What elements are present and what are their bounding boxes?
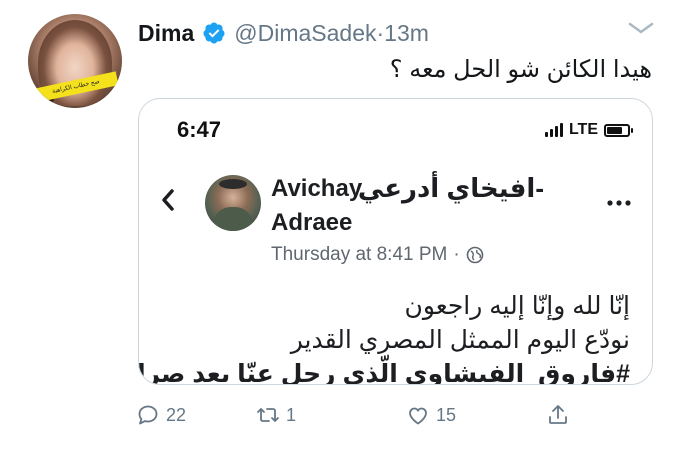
status-bar-time: 6:47 <box>177 117 222 142</box>
tweet-text: هيدا الكائن شو الحل معه ؟ <box>389 56 652 83</box>
back-chevron-icon[interactable] <box>159 187 177 213</box>
page-name-arabic[interactable]: افيخاي أدرعي- <box>358 173 544 204</box>
post-line-3[interactable]: #فاروق_الفيشاوي الّذي رحل عنّا بعد صراع … <box>139 357 630 384</box>
retweet-action[interactable]: 1 <box>256 400 296 430</box>
retweet-icon[interactable] <box>256 403 280 427</box>
post-line-2: نودّع اليوم الممثل المصري القدير <box>290 326 630 354</box>
post-time[interactable]: Thursday at 8:41 PM <box>271 244 447 266</box>
post-more-icon[interactable] <box>606 197 632 209</box>
signal-icon <box>544 123 563 137</box>
share-action[interactable] <box>546 400 570 430</box>
page-name-english-line2[interactable]: Adraee <box>271 209 352 237</box>
page-name-english-line1[interactable]: Avichay <box>271 175 362 203</box>
reply-count: 22 <box>166 404 187 425</box>
like-icon[interactable] <box>406 403 430 427</box>
embedded-screenshot[interactable]: 6:47 LTE افيخاي أدرعي- Avichay Adraee Th… <box>138 98 653 385</box>
globe-icon <box>466 246 484 264</box>
reply-action[interactable]: 22 <box>136 400 186 430</box>
battery-icon <box>604 123 633 137</box>
tweet-actions: 22 1 15 <box>136 400 576 430</box>
retweet-count: 1 <box>286 404 297 425</box>
user-avatar[interactable]: صح خطاب الكراهية <box>28 14 122 108</box>
like-action[interactable]: 15 <box>406 400 456 430</box>
post-line-1: إنّا لله وإنّا إليه راجعون <box>404 292 630 320</box>
verified-icon <box>203 22 225 44</box>
like-count: 15 <box>436 404 457 425</box>
post-meta: Thursday at 8:41 PM · <box>271 244 484 266</box>
avatar-beret <box>219 179 247 189</box>
separator-dot: · <box>376 19 385 46</box>
post-body: إنّا لله وإنّا إليه راجعون نودّع اليوم ا… <box>139 289 630 384</box>
tweet-header: Dima @DimaSadek · 13m <box>138 18 429 48</box>
user-handle[interactable]: @DimaSadek <box>234 20 376 47</box>
avatar-uniform <box>213 207 253 231</box>
status-bar-right: LTE <box>544 121 633 139</box>
page-avatar[interactable] <box>205 175 261 231</box>
more-icon[interactable] <box>626 20 656 36</box>
meta-separator: · <box>453 244 460 265</box>
network-type: LTE <box>568 121 598 138</box>
reply-icon[interactable] <box>136 403 160 427</box>
tweet-timestamp[interactable]: 13m <box>384 20 429 47</box>
display-name[interactable]: Dima <box>138 20 194 47</box>
share-icon[interactable] <box>546 403 570 427</box>
